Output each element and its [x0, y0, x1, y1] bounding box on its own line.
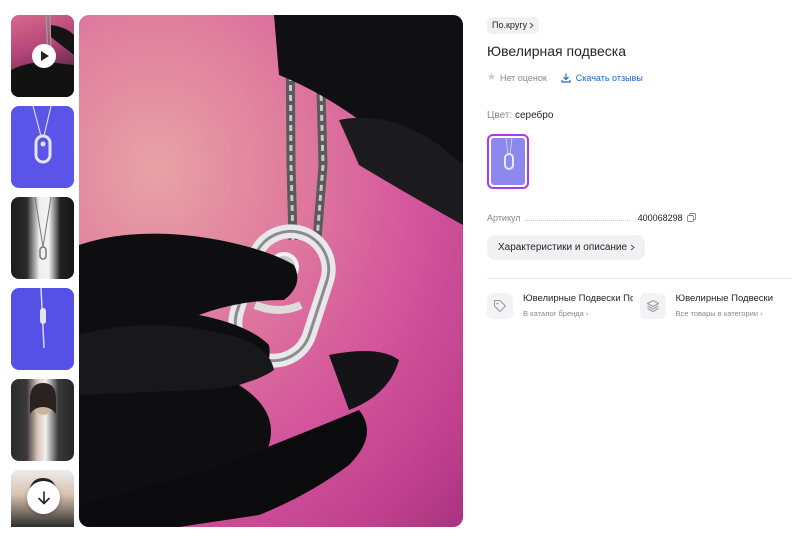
chevron-right-icon [630, 244, 635, 250]
download-icon [561, 73, 571, 83]
thumbnail-2[interactable] [11, 106, 74, 188]
chevron-right-icon [529, 22, 534, 28]
article-row: Артикул 400068298 [487, 212, 792, 224]
download-reviews-link[interactable]: Скачать отзывы [561, 73, 643, 83]
brand-catalog-link[interactable]: Ювелирные Подвески По В каталог бренда › [487, 292, 640, 319]
thumbnail-5[interactable] [11, 379, 74, 461]
divider [487, 277, 792, 279]
brand-catalog-subtitle: В каталог бренда › [523, 308, 589, 318]
thumbnail-3[interactable] [11, 197, 74, 279]
category-links: Ювелирные Подвески По В каталог бренда ›… [487, 292, 793, 319]
product-info: По.кругу Ювелирная подвеска ★ Нет оценок… [487, 15, 792, 319]
article-label: Артикул [487, 212, 521, 223]
brand-catalog-title: Ювелирные Подвески По [523, 292, 633, 304]
play-icon[interactable] [32, 44, 56, 68]
star-icon: ★ [487, 72, 496, 83]
scroll-down-button[interactable] [27, 481, 60, 514]
product-title: Ювелирная подвеска [487, 42, 627, 59]
rating-text: Нет оценок [499, 72, 547, 83]
thumbnail-video[interactable] [11, 15, 74, 97]
layers-icon [639, 292, 666, 319]
brand-link[interactable]: По.кругу [487, 16, 540, 34]
article-dots [524, 214, 630, 221]
thumbnail-4[interactable] [11, 288, 74, 370]
tag-icon [487, 292, 513, 319]
specs-button[interactable]: Характеристики и описание [487, 234, 646, 260]
color-label-key: Цвет: [487, 109, 513, 121]
rating-row: ★ Нет оценок Скачать отзывы [487, 71, 792, 85]
download-reviews-label: Скачать отзывы [575, 72, 643, 83]
brand-label: По.кругу [492, 20, 528, 30]
main-product-photo[interactable] [79, 15, 463, 527]
specs-button-label: Характеристики и описание [498, 241, 628, 253]
color-swatch-silver[interactable] [487, 133, 529, 189]
article-value: 400068298 [637, 212, 683, 223]
color-label: Цвет: серебро [487, 110, 792, 124]
category-subtitle: Все товары в категории › [675, 308, 763, 318]
arrow-down-icon [37, 490, 50, 504]
category-link[interactable]: Ювелирные Подвески Все товары в категори… [639, 292, 793, 319]
category-title: Ювелирные Подвески [675, 292, 774, 304]
thumbnail-list [11, 15, 75, 527]
color-value: серебро [514, 109, 554, 121]
copy-icon[interactable] [686, 213, 696, 222]
